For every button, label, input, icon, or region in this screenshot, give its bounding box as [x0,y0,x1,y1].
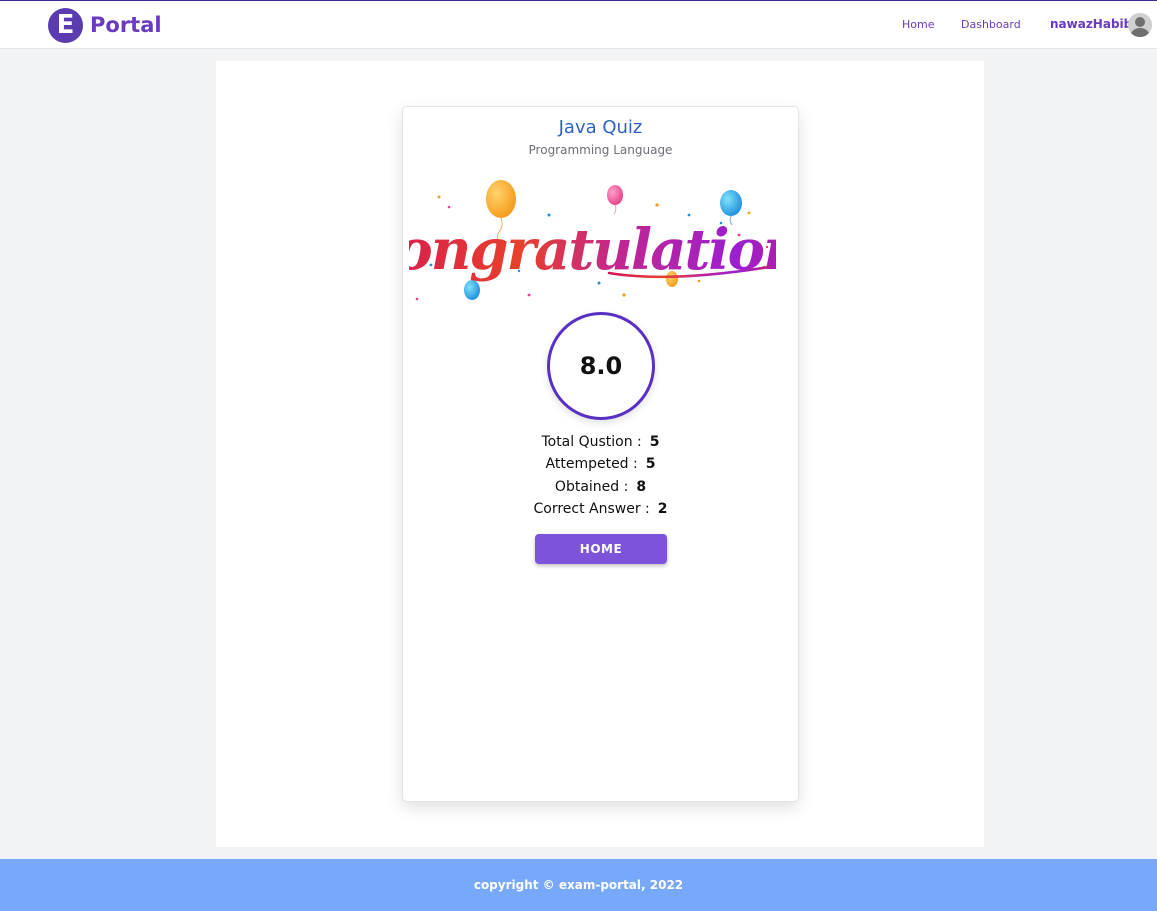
home-button[interactable]: HOME [535,534,667,564]
brand-logo-icon[interactable]: E [48,8,83,43]
stat-value: 5 [649,434,660,450]
stat-label: Obtained : [554,479,629,495]
brand-name[interactable]: Portal [90,11,162,39]
stat-label: Correct Answer : [533,501,650,517]
stat-value: 2 [657,501,668,517]
stat-obtained: Obtained : 8 [403,479,798,495]
stat-value: 8 [636,479,647,495]
user-avatar-icon[interactable] [1128,13,1152,37]
nav-dashboard-link[interactable]: Dashboard [961,18,1021,31]
quiz-category: Programming Language [528,143,673,157]
username-link[interactable]: nawazHabib [1050,17,1132,31]
top-navbar: E Portal Home Dashboard nawazHabib [0,0,1157,49]
quiz-title: Java Quiz [558,117,643,138]
stat-attempted: Attempeted : 5 [403,456,798,472]
main-content-panel: Java Quiz Programming Language ngratulat… [216,61,984,847]
congratulations-banner-image: Congratulations [409,180,776,301]
footer-copyright: copyright © exam-portal, 2022 [473,878,684,892]
stat-label: Total Qustion : [541,434,642,450]
stat-correct-answers: Correct Answer : 2 [403,501,798,517]
stat-value: 5 [645,456,656,472]
stat-total-questions: Total Qustion : 5 [403,434,798,450]
stat-label: Attempeted : [545,456,638,472]
nav-home-link[interactable]: Home [902,18,934,31]
quiz-result-card: Java Quiz Programming Language ngratulat… [402,106,799,802]
footer: copyright © exam-portal, 2022 [0,859,1157,911]
score-value: 8.0 [579,352,623,380]
score-circle: 8.0 [547,312,655,420]
